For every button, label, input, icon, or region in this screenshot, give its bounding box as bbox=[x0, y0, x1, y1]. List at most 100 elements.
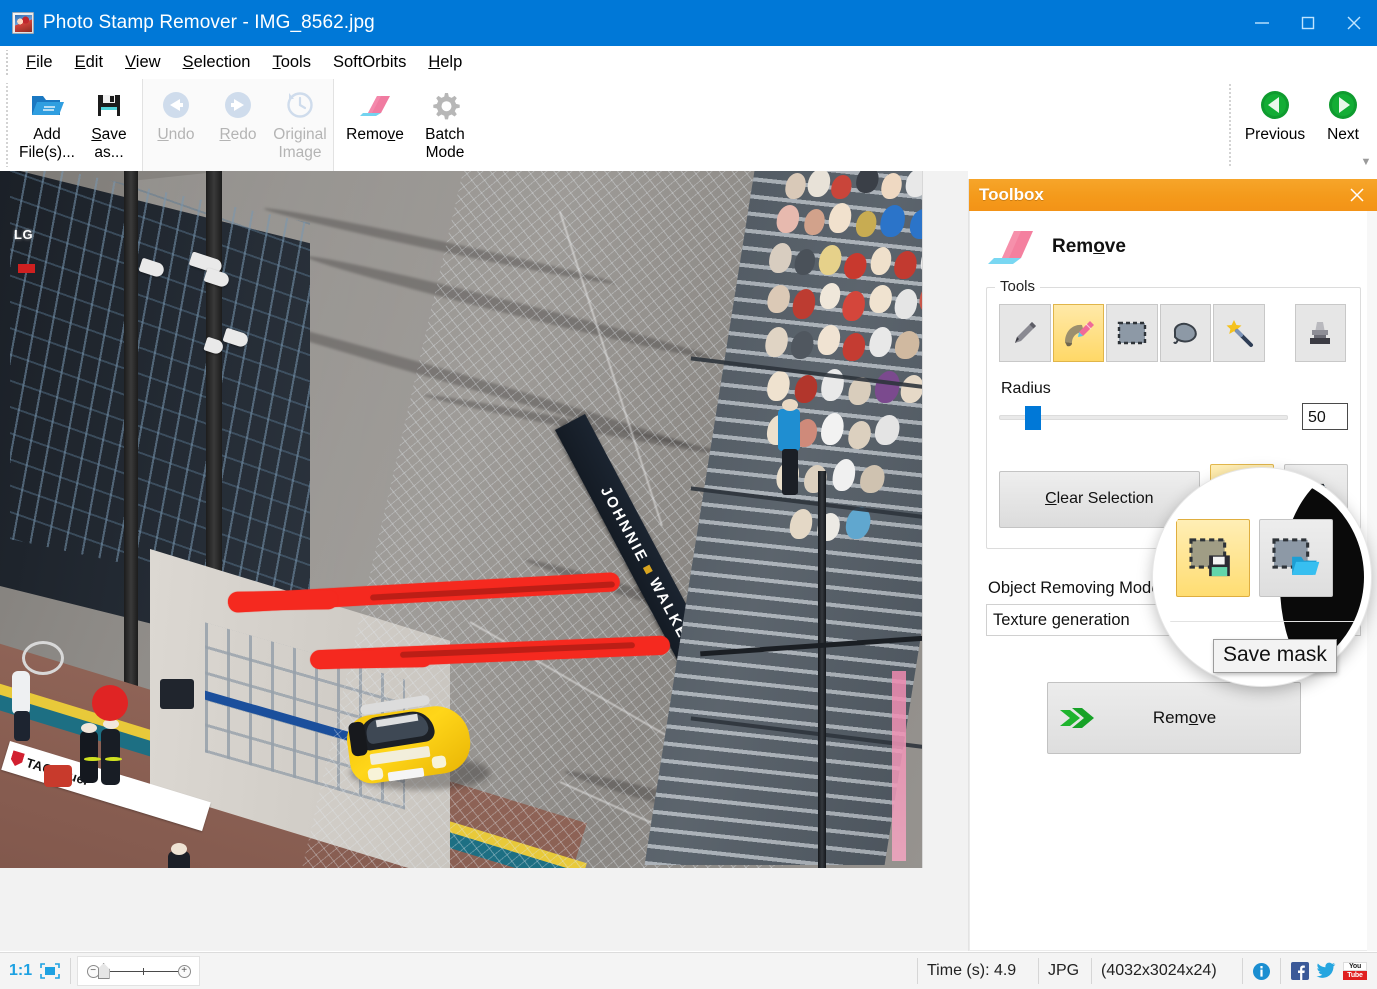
light-pole bbox=[124, 171, 138, 691]
menubar-grip[interactable] bbox=[3, 50, 12, 76]
next-arrow-icon bbox=[1327, 88, 1359, 122]
close-button[interactable] bbox=[1331, 0, 1377, 46]
zoom-in-icon[interactable]: + bbox=[178, 965, 191, 978]
callout-mask-buttons bbox=[1176, 519, 1333, 597]
stamp-clone-tool-button[interactable] bbox=[1295, 304, 1347, 362]
radius-slider-thumb[interactable] bbox=[1025, 406, 1041, 430]
menu-item-help[interactable]: Help bbox=[417, 51, 473, 74]
save-mask-tooltip: Save mask bbox=[1213, 639, 1337, 673]
ribbon-group-history: Undo Redo bbox=[142, 79, 334, 171]
next-label: Next bbox=[1327, 126, 1359, 144]
lg-signage-label: LG bbox=[14, 227, 33, 242]
callout-load-mask-button[interactable] bbox=[1259, 519, 1333, 597]
floppy-save-icon bbox=[95, 88, 123, 122]
toolbox-header: Toolbox bbox=[969, 179, 1377, 211]
load-mask-icon bbox=[1270, 536, 1322, 580]
window-title: Photo Stamp Remover - IMG_8562.jpg bbox=[43, 12, 375, 34]
person-figure bbox=[171, 843, 187, 855]
redo-button[interactable]: Redo bbox=[207, 82, 269, 166]
brush-eraser-tool-button[interactable] bbox=[1053, 304, 1105, 362]
image-canvas-area[interactable]: LG TAGHeuer bbox=[0, 171, 968, 951]
status-divider bbox=[70, 958, 71, 984]
red-marker bbox=[18, 264, 35, 273]
menu-item-softorbits[interactable]: SoftOrbits bbox=[322, 51, 417, 74]
red-cable-reel bbox=[92, 685, 128, 721]
toolbox-close-icon[interactable] bbox=[1346, 184, 1368, 206]
zoom-ratio-cell: 1:1 bbox=[0, 956, 70, 986]
ribbon-grip[interactable] bbox=[3, 83, 12, 167]
add-files-label: Add File(s)... bbox=[19, 126, 75, 162]
save-as-button[interactable]: Saveas... bbox=[78, 82, 140, 166]
twitter-icon[interactable] bbox=[1316, 962, 1336, 980]
callout-divider bbox=[1160, 621, 1356, 622]
remove-action-row: Remove bbox=[970, 682, 1377, 754]
next-button[interactable]: Next bbox=[1309, 82, 1377, 166]
minimize-button[interactable] bbox=[1239, 0, 1285, 46]
zoom-slider-track[interactable] bbox=[110, 971, 178, 972]
tool-buttons-row bbox=[999, 304, 1348, 362]
ribbon-separator bbox=[1226, 83, 1235, 167]
remove-ribbon-button[interactable]: Remove bbox=[336, 82, 414, 166]
person-figure bbox=[105, 757, 122, 761]
info-cell[interactable] bbox=[1243, 956, 1280, 986]
lasso-select-tool-button[interactable] bbox=[1160, 304, 1212, 362]
radius-value-input[interactable]: 50 bbox=[1302, 403, 1348, 430]
menu-item-file[interactable]: File bbox=[15, 51, 64, 74]
toolbox-mode-title: Remove bbox=[1052, 236, 1126, 258]
person-figure bbox=[84, 757, 101, 761]
left-lattice-railing bbox=[10, 171, 310, 603]
menu-bar: File Edit View Selection Tools SoftOrbit… bbox=[0, 46, 1377, 79]
magic-wand-tool-button[interactable] bbox=[1213, 304, 1265, 362]
watermark-remnant bbox=[892, 671, 906, 861]
original-image-button[interactable]: Original Image bbox=[269, 82, 331, 166]
pencil-tool-button[interactable] bbox=[999, 304, 1051, 362]
previous-label: Previous bbox=[1245, 126, 1305, 144]
gear-icon bbox=[430, 88, 460, 122]
radius-slider-track[interactable] bbox=[999, 415, 1288, 420]
tagheuer-shield-icon bbox=[9, 750, 25, 768]
bicycle bbox=[22, 641, 64, 675]
fit-to-window-icon[interactable] bbox=[39, 962, 61, 980]
menu-item-tools[interactable]: Tools bbox=[261, 51, 322, 74]
undo-arrow-icon bbox=[161, 88, 191, 122]
social-links: You Tube bbox=[1281, 962, 1377, 980]
radius-label: Radius bbox=[1001, 380, 1348, 398]
batch-mode-label: Batch Mode bbox=[425, 126, 465, 162]
batch-mode-button[interactable]: Batch Mode bbox=[414, 82, 476, 166]
object-removing-mode-value: Texture generation bbox=[993, 611, 1130, 630]
zoom-slider-widget[interactable]: − + bbox=[77, 956, 200, 986]
ribbon-group-file: Add File(s)... Saveas... bbox=[14, 79, 142, 171]
zoom-slider-thumb[interactable] bbox=[98, 963, 110, 979]
maximize-button[interactable] bbox=[1285, 0, 1331, 46]
toolbox-mode-row: Remove bbox=[970, 211, 1377, 277]
save-mask-icon bbox=[1187, 536, 1239, 580]
facebook-icon[interactable] bbox=[1291, 962, 1309, 980]
previous-button[interactable]: Previous bbox=[1241, 82, 1309, 166]
menu-item-edit[interactable]: Edit bbox=[64, 51, 114, 74]
photo-image[interactable]: LG TAGHeuer bbox=[0, 171, 922, 868]
ribbon-collapse-icon[interactable]: ▼ bbox=[1359, 156, 1373, 168]
image-format-cell: JPG bbox=[1039, 956, 1091, 986]
camera-tower-pole bbox=[818, 471, 826, 868]
youtube-icon[interactable]: You Tube bbox=[1343, 962, 1367, 980]
rectangle-select-tool-button[interactable] bbox=[1106, 304, 1158, 362]
radius-slider[interactable] bbox=[999, 404, 1288, 430]
clear-selection-label: Clear Selection bbox=[1045, 490, 1154, 508]
title-bar: Photo Stamp Remover - IMG_8562.jpg bbox=[0, 0, 1377, 46]
zoom-ratio-label[interactable]: 1:1 bbox=[9, 962, 32, 980]
undo-button[interactable]: Undo bbox=[145, 82, 207, 166]
radius-row: 50 bbox=[999, 403, 1348, 430]
callout-save-mask-button[interactable] bbox=[1176, 519, 1250, 597]
mask-stroke[interactable] bbox=[228, 590, 338, 611]
info-icon[interactable] bbox=[1252, 962, 1271, 981]
remove-action-button[interactable]: Remove bbox=[1047, 682, 1301, 754]
person-figure bbox=[81, 723, 97, 733]
add-files-button[interactable]: Add File(s)... bbox=[16, 82, 78, 166]
ribbon-group-navigation: Previous Next bbox=[1241, 79, 1377, 171]
redo-arrow-icon bbox=[223, 88, 253, 122]
menu-item-selection[interactable]: Selection bbox=[172, 51, 262, 74]
person-figure bbox=[12, 671, 30, 715]
marshal-figure bbox=[782, 399, 798, 411]
menu-item-view[interactable]: View bbox=[114, 51, 171, 74]
app-logo-icon bbox=[12, 12, 34, 34]
